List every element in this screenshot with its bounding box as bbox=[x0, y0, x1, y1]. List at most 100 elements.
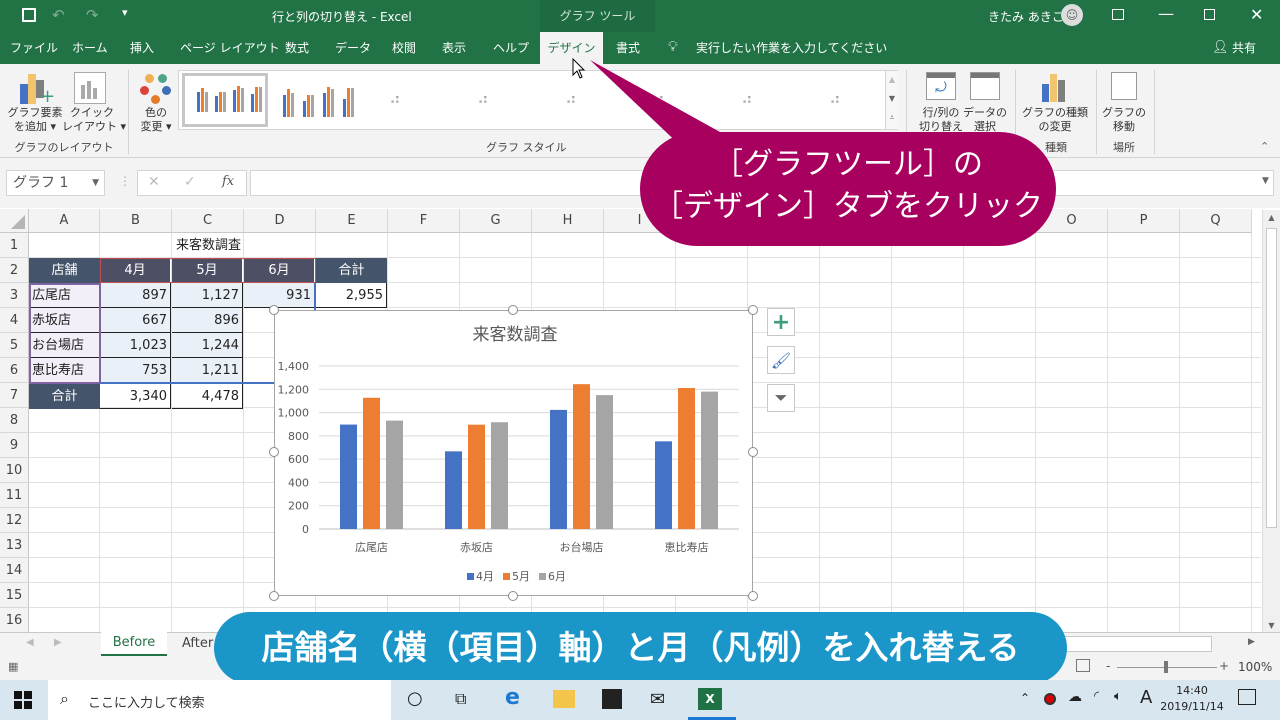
notifications-icon[interactable] bbox=[1238, 689, 1256, 705]
zoom-level[interactable]: 100% bbox=[1238, 660, 1272, 674]
row-header-12[interactable]: 12 bbox=[0, 508, 29, 533]
avatar[interactable]: ☺ bbox=[1061, 4, 1083, 26]
column-header-Q[interactable]: Q bbox=[1180, 209, 1252, 233]
change-colors-button[interactable]: 色の 変更 ▾ bbox=[134, 106, 178, 134]
row-header-9[interactable]: 9 bbox=[0, 433, 29, 458]
ribbon-display-options-icon[interactable] bbox=[1112, 9, 1124, 20]
macro-record-icon[interactable]: ▦ bbox=[8, 660, 18, 673]
sheet-title-cell[interactable]: 来客数調査 bbox=[29, 233, 388, 258]
file-explorer-icon[interactable] bbox=[553, 690, 575, 708]
select-all-corner[interactable] bbox=[0, 209, 29, 233]
column-header-E[interactable]: E bbox=[316, 209, 388, 233]
quick-layout-button[interactable]: クイック レイアウト ▾ bbox=[62, 106, 126, 134]
vertical-scrollbar[interactable]: ▲ ▼ bbox=[1262, 210, 1280, 632]
horizontal-scrollbar[interactable] bbox=[1062, 636, 1212, 652]
resize-handle[interactable] bbox=[748, 591, 758, 601]
share-icon[interactable]: 👤︎ bbox=[1212, 40, 1229, 55]
expand-formula-bar-icon[interactable]: ▼ bbox=[1262, 176, 1269, 186]
column-header-P[interactable]: P bbox=[1108, 209, 1180, 233]
row-header-13[interactable]: 13 bbox=[0, 533, 29, 558]
bar-5月-広尾店[interactable] bbox=[363, 397, 380, 529]
chart-title[interactable]: 来客数調査 bbox=[473, 325, 558, 345]
switch-row-column-button[interactable]: 行/列の 切り替え bbox=[916, 106, 966, 134]
chart-filters-button[interactable]: ⏷ bbox=[767, 384, 795, 412]
header-cell[interactable]: 店舗 bbox=[29, 258, 100, 283]
row-header-14[interactable]: 14 bbox=[0, 558, 29, 583]
row-header-5[interactable]: 5 bbox=[0, 333, 29, 358]
scroll-right-icon[interactable]: ▶ bbox=[1248, 637, 1255, 647]
undo-icon[interactable]: ↶ bbox=[52, 6, 65, 24]
edge-icon[interactable]: e bbox=[505, 685, 520, 710]
total-label-cell[interactable]: 合計 bbox=[29, 384, 100, 409]
scroll-thumb[interactable] bbox=[1266, 228, 1277, 528]
tab-formulas[interactable]: 数式 bbox=[285, 32, 309, 64]
zoom-slider-thumb[interactable] bbox=[1164, 661, 1168, 673]
gallery-scrollbar[interactable]: ▲ ▼ ⩡ bbox=[885, 71, 898, 129]
bar-4月-お台場店[interactable] bbox=[550, 409, 567, 529]
bar-6月-広尾店[interactable] bbox=[386, 420, 403, 529]
cortana-icon[interactable]: ○ bbox=[407, 688, 423, 709]
tab-help[interactable]: ヘルプ bbox=[493, 32, 529, 64]
column-header-D[interactable]: D bbox=[244, 209, 316, 233]
redo-icon[interactable]: ↷ bbox=[86, 6, 99, 24]
add-chart-element-button[interactable]: グラフ要素 を追加 ▾ bbox=[4, 106, 66, 134]
bar-4月-広尾店[interactable] bbox=[340, 424, 357, 529]
data-cell[interactable]: 2,955 bbox=[316, 283, 387, 308]
sheet-tab-after[interactable]: After bbox=[182, 633, 213, 657]
change-chart-type-button[interactable]: グラフの種類 の変更 bbox=[1020, 106, 1090, 134]
tab-home[interactable]: ホーム bbox=[72, 32, 108, 64]
tab-file[interactable]: ファイル bbox=[10, 32, 58, 64]
excel-taskbar-icon[interactable]: X bbox=[698, 688, 722, 710]
chart-object[interactable]: 来客数調査 広尾店 赤坂店 お台場店 恵比寿店 0 200 400 600 800 1,000 1,… bbox=[274, 310, 753, 596]
move-chart-button[interactable]: グラフの 移動 bbox=[1100, 106, 1148, 134]
tab-review[interactable]: 校閲 bbox=[392, 32, 416, 64]
scroll-down-icon[interactable]: ▼ bbox=[886, 89, 898, 109]
windows-start-icon[interactable] bbox=[14, 691, 32, 709]
resize-handle[interactable] bbox=[269, 447, 279, 457]
bar-6月-恵比寿店[interactable] bbox=[701, 391, 718, 529]
total-cell[interactable]: 4,478 bbox=[172, 384, 243, 409]
store-icon[interactable] bbox=[602, 689, 622, 709]
onedrive-icon[interactable]: ☁ bbox=[1068, 689, 1082, 705]
minimize-icon[interactable]: — bbox=[1158, 4, 1174, 23]
row-header-4[interactable]: 4 bbox=[0, 308, 29, 333]
share-button[interactable]: 共有 bbox=[1232, 32, 1256, 64]
header-cell[interactable]: 合計 bbox=[316, 258, 387, 283]
row-header-7[interactable]: 7 bbox=[0, 383, 29, 408]
cancel-icon[interactable]: ✕ bbox=[148, 174, 160, 190]
zoom-out-icon[interactable]: - bbox=[1106, 659, 1110, 673]
row-header-11[interactable]: 11 bbox=[0, 483, 29, 508]
row-header-3[interactable]: 3 bbox=[0, 283, 29, 308]
close-icon[interactable]: ✕ bbox=[1250, 5, 1263, 24]
row-header-10[interactable]: 10 bbox=[0, 458, 29, 483]
bar-5月-恵比寿店[interactable] bbox=[678, 388, 695, 529]
bar-5月-赤坂店[interactable] bbox=[468, 424, 485, 529]
bar-6月-赤坂店[interactable] bbox=[491, 422, 508, 529]
scroll-up-icon[interactable]: ▲ bbox=[886, 71, 898, 89]
column-header-H[interactable]: H bbox=[532, 209, 604, 233]
task-view-icon[interactable]: ⧉ bbox=[455, 689, 466, 709]
row-header-1[interactable]: 1 bbox=[0, 233, 29, 258]
customize-qat-icon[interactable]: ▾ bbox=[122, 6, 128, 19]
chart-styles-button[interactable]: 🖌︎ bbox=[767, 346, 795, 374]
tab-insert[interactable]: 挿入 bbox=[130, 32, 154, 64]
column-header-A[interactable]: A bbox=[29, 209, 100, 233]
zoom-in-icon[interactable]: + bbox=[1219, 659, 1229, 673]
bar-5月-お台場店[interactable] bbox=[573, 384, 590, 529]
restore-icon[interactable] bbox=[1204, 9, 1215, 20]
bar-4月-赤坂店[interactable] bbox=[445, 451, 462, 529]
page-layout-view-icon[interactable] bbox=[1076, 659, 1090, 672]
row-header-16[interactable]: 16 bbox=[0, 608, 29, 633]
tab-view[interactable]: 表示 bbox=[442, 32, 466, 64]
resize-handle[interactable] bbox=[508, 591, 518, 601]
enter-icon[interactable]: ✓ bbox=[184, 174, 196, 190]
save-icon[interactable] bbox=[22, 8, 36, 22]
tab-data[interactable]: データ bbox=[335, 32, 371, 64]
record-icon[interactable] bbox=[1044, 693, 1056, 705]
column-header-C[interactable]: C bbox=[172, 209, 244, 233]
insert-function-icon[interactable]: fx bbox=[222, 174, 234, 189]
bar-6月-お台場店[interactable] bbox=[596, 395, 613, 529]
taskbar-search[interactable]: ⌕ ここに入力して検索 bbox=[48, 680, 391, 720]
show-hidden-icons[interactable]: ⌃ bbox=[1020, 691, 1030, 705]
column-header-F[interactable]: F bbox=[388, 209, 460, 233]
